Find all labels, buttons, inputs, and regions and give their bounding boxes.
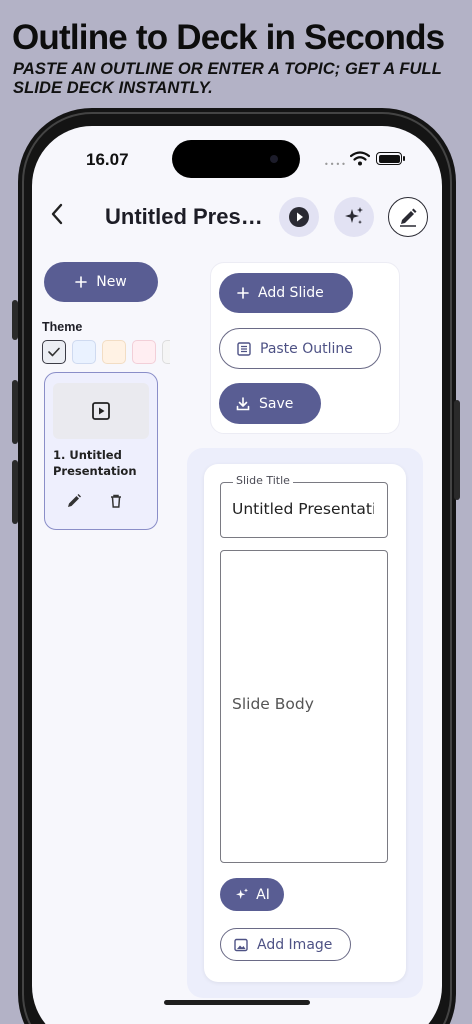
chevron-left-icon [51, 203, 63, 225]
theme-swatch[interactable] [132, 340, 156, 364]
signal-dots-icon: •••• [324, 160, 347, 169]
ai-label: AI [256, 886, 270, 903]
pencil-icon [68, 494, 81, 507]
pencil-icon [400, 208, 417, 227]
status-time: 16.07 [86, 150, 129, 169]
slide-title-label: Slide Title [233, 474, 293, 487]
ai-magic-button[interactable] [334, 197, 374, 237]
plus-icon [75, 276, 88, 288]
trash-icon [111, 494, 121, 508]
list-icon [237, 341, 251, 356]
home-indicator[interactable] [164, 1000, 310, 1005]
battery-icon [376, 152, 405, 165]
slide-thumbnail-title: 1. Untitled Presentation [53, 448, 137, 478]
promo-headline: Outline to Deck in Seconds [12, 18, 445, 57]
play-square-icon [92, 402, 110, 420]
edit-slide-button[interactable] [66, 493, 82, 513]
sparkles-icon [345, 207, 363, 224]
slide-body-field[interactable]: Slide Body [220, 550, 388, 863]
check-icon [48, 347, 60, 357]
dynamic-island [172, 140, 300, 178]
add-image-button[interactable]: Add Image [220, 928, 351, 961]
theme-swatch[interactable] [42, 340, 66, 364]
slide-editor-card: Slide Title Untitled Presentation Slide … [204, 464, 406, 982]
phone-volume-up [12, 380, 18, 444]
theme-label: Theme [42, 320, 83, 334]
promo-subline: Paste an outline or enter a topic; get a… [13, 60, 442, 97]
download-icon [236, 396, 250, 411]
top-nav-bar: Untitled Presentation [32, 190, 442, 244]
ai-button[interactable]: AI [220, 878, 284, 911]
paste-outline-button[interactable]: Paste Outline [219, 328, 381, 369]
new-button-label: New [96, 274, 127, 290]
slide-thumbnail-card[interactable]: 1. Untitled Presentation [44, 372, 158, 530]
play-button[interactable] [279, 197, 319, 237]
play-icon [289, 207, 309, 227]
sparkles-icon [234, 887, 250, 903]
phone-side-button [12, 300, 18, 340]
paste-outline-label: Paste Outline [260, 340, 353, 357]
theme-swatch[interactable] [102, 340, 126, 364]
phone-volume-down [12, 460, 18, 524]
edit-button[interactable] [388, 197, 428, 237]
save-label: Save [259, 395, 294, 412]
back-button[interactable] [50, 203, 64, 230]
actions-card: Add Slide Paste Outline Save [210, 262, 400, 434]
theme-swatch[interactable] [162, 340, 170, 364]
add-slide-button[interactable]: Add Slide [219, 273, 353, 313]
image-icon [234, 938, 248, 952]
add-image-label: Add Image [257, 936, 333, 953]
save-button[interactable]: Save [219, 383, 321, 424]
theme-swatch[interactable] [72, 340, 96, 364]
slide-preview [53, 383, 149, 439]
slide-body-placeholder: Slide Body [232, 695, 314, 713]
new-presentation-button[interactable]: New [44, 262, 158, 302]
page-title: Untitled Presentation [105, 204, 265, 229]
wifi-icon [350, 151, 370, 166]
plus-icon [237, 287, 249, 299]
slide-title-field[interactable]: Slide Title Untitled Presentation [220, 474, 388, 538]
app-screen: 16.07 •••• Untitled Presentation [32, 126, 442, 1024]
theme-swatch-row [42, 340, 170, 366]
slide-title-value: Untitled Presentation [232, 500, 374, 518]
delete-slide-button[interactable] [109, 493, 123, 513]
add-slide-label: Add Slide [258, 285, 324, 301]
phone-power-button [454, 400, 460, 500]
